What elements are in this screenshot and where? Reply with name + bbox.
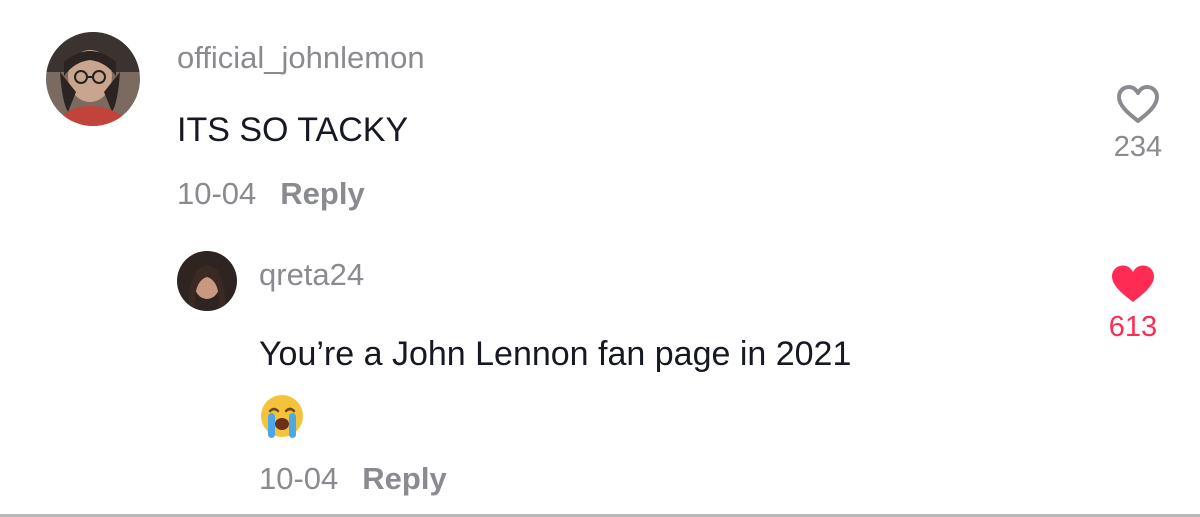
reply-button[interactable]: Reply [280, 176, 364, 211]
loudly-crying-face-icon [261, 395, 303, 438]
heart-filled-icon [1112, 265, 1154, 302]
comment-date: 10-04 [177, 176, 257, 211]
profile-photo [46, 32, 140, 126]
comment-text: ITS SO TACKY [177, 111, 409, 149]
reply-username[interactable]: qreta24 [259, 257, 364, 293]
comment-username[interactable]: official_johnlemon [177, 40, 425, 76]
reply-meta: 10-04 Reply [259, 461, 447, 497]
reply-text: You’re a John Lennon fan page in 2021 [259, 335, 852, 373]
heart-outline-icon [1117, 85, 1159, 123]
like-count: 234 [1113, 131, 1163, 163]
like-button[interactable]: 234 [1098, 84, 1178, 164]
reply-date: 10-04 [259, 461, 339, 496]
reply-to-reply-button[interactable]: Reply [362, 461, 446, 496]
reply-like-button[interactable]: 613 [1093, 264, 1173, 344]
reply-avatar[interactable] [177, 251, 237, 311]
reply-like-count: 613 [1108, 311, 1158, 343]
avatar[interactable] [46, 32, 140, 126]
comment-meta: 10-04 Reply [177, 176, 365, 212]
profile-photo [177, 251, 237, 311]
